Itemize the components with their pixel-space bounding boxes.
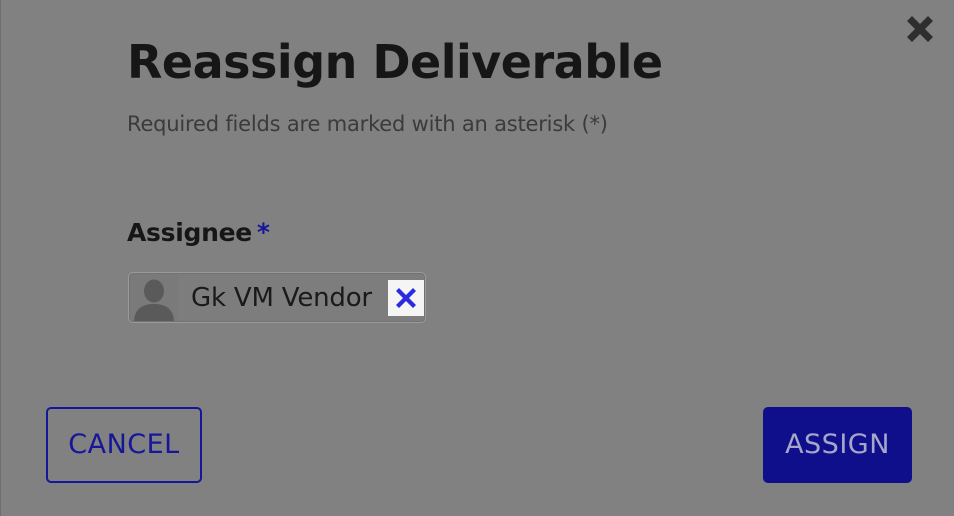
assignee-chip: Gk VM Vendor (128, 272, 426, 323)
assignee-label-text: Assignee (127, 218, 252, 247)
remove-x-icon (396, 288, 416, 308)
remove-assignee-button[interactable] (388, 280, 424, 316)
dialog-title: Reassign Deliverable (127, 35, 663, 89)
cancel-button[interactable]: CANCEL (46, 407, 202, 483)
assignee-field-label: Assignee * (127, 216, 270, 250)
user-silhouette-icon (130, 274, 178, 321)
close-icon[interactable] (903, 12, 937, 46)
assign-button[interactable]: ASSIGN (763, 407, 912, 483)
required-asterisk: * (256, 218, 270, 247)
reassign-deliverable-dialog: Reassign Deliverable Required fields are… (0, 0, 954, 516)
assignee-name: Gk VM Vendor (191, 283, 372, 313)
required-fields-note: Required fields are marked with an aster… (127, 112, 608, 136)
